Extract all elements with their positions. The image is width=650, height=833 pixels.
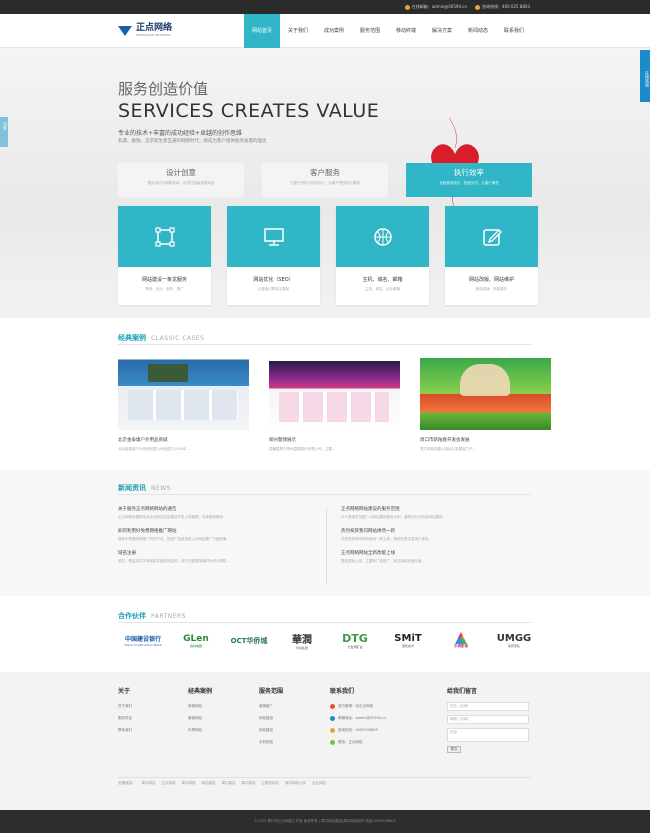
partner-logo[interactable]: 中国建设银行 China Construction Bank [121,627,165,654]
topbar-email[interactable]: 在线邮箱：admin@00594.cn [404,4,467,10]
phone-icon [330,728,335,733]
nav-about[interactable]: 关于我们 [280,14,316,48]
card-seo[interactable]: 网站优化（SEO） 让搜索引擎排名靠前 [227,206,320,305]
hero-banner: 服务创造价值 SERVICES CREATES VALUE 专业的技术+丰富的成… [0,48,650,318]
partner-logo[interactable]: UMGG 联邦家私 [492,627,536,654]
contact-phone[interactable]: 咨询热线：4000258803 [330,728,386,733]
hero-description: 机遇、敏锐、追求新生意互通的网络时代，搞成为客户提供服务质量的理念 [118,139,267,144]
news-divider [326,508,327,584]
email-icon [404,4,410,10]
hero-title-cn: 服务创造价值 [118,80,209,98]
news-item[interactable]: 正点网络网站全新改版上线 整站改版上线，主要有广告推广，网站功能全面升级... [341,550,531,564]
phone-icon [475,4,480,10]
partner-mark-icon [455,632,467,644]
nav-home[interactable]: 网站首页 [244,13,280,48]
online-consult-tab[interactable]: 在线咨询 [640,50,650,102]
email-field[interactable]: 邮箱（必填） [447,715,529,724]
partner-logo[interactable]: 长城影视 [439,627,483,654]
news-item[interactable]: 域名注册 域名，是由英文字母和数字组成的名称，用于在数据传输时标识计算机... [118,550,308,564]
partners-section-title: 合作伙伴 PARTNERS [118,612,186,620]
case-thumbnail[interactable] [420,350,551,430]
hero-title-en: SERVICES CREATES VALUE [118,100,380,122]
news-item[interactable]: 热烈祝贺我司网站焕然一新 热烈祝贺我司网站焕然一新上线，新网站更注重用户体验... [341,528,531,542]
site-footer [0,672,650,810]
topbar-hotline: 咨询热线：400 025 8803 [475,4,530,10]
partner-logo[interactable]: OCT华侨城 [227,627,271,654]
message-form: 姓名（必填） 邮箱（必填） 内容 提交 [447,702,529,753]
divider [118,777,531,778]
weibo-icon [330,704,335,709]
footer-col-contact: 联系我们 官方微博：@正点网络 邮箱地址：admin@00594.cn 咨询热线… [330,688,387,745]
service-customer[interactable]: 客户服务 注重产品的人性化设计，为客户提供贴心服务 [262,163,388,197]
case-list: 北京金泰康户外用品商城 北京金泰康户外用品有限公司创建于2009年... 郑州暨… [118,350,551,452]
news-list-right: 正点网络网站建设的服务范围 什么是服务范围？以网站建设服务为例，通常行业内包含网站… [341,506,531,572]
footer-col-cases: 经典案例 商城网站 营销网站 外贸网站 [188,688,213,732]
partner-logos: 中国建设银行 China Construction Bank GLen 格林电器 O… [121,627,536,654]
nav-solutions[interactable]: 解决方案 [424,14,460,48]
email-icon [330,716,335,721]
news-item[interactable]: 关于服务正点网络网站的通告 正点网络依据新技术企业网站定制建设开发上线管理，实现最… [118,506,308,520]
news-item[interactable]: 正点网络网站建设的服务范围 什么是服务范围？以网站建设服务为例，通常行业内包含网站… [341,506,531,520]
card-hosting[interactable]: 主机、域名、邮箱 主机、域名、企业邮箱 [336,206,429,305]
site-header: 正点网络 ZHENGDIAN NETWORK 网站首页 关于我们 成功案例 服务… [0,13,650,48]
news-item[interactable]: 如何利用好免费网络推广网站 搜索引擎是网络推广的好方法，投放广告费用投入在网站推广… [118,528,308,542]
copyright-bar: ©2015 周口市正点网络工作室 版权所有 | 周口网站建设|周口网站制作 电话… [0,810,650,833]
news-band [0,470,650,596]
service-cards: 网站建设一条龙服务 策划、设计、制作、推广 网站优化（SEO） 让搜索引擎排名靠… [118,206,538,305]
case-item[interactable]: 郑州暨博展示 国播暨展于郑州暨展展示有限公司，主要... [269,350,400,452]
content-field[interactable]: 内容 [447,728,529,742]
monitor-icon [263,227,284,246]
footer-col-services: 服务范围 营销推广 网站建设 网站建设 手机网站 [259,688,284,744]
news-list-left: 关于服务正点网络网站的通告 正点网络依据新技术企业网站定制建设开发上线管理，实现最… [118,506,308,572]
case-thumbnail[interactable] [118,350,249,430]
card-maintenance[interactable]: 网站改版、网站维护 网站改版、网站维护 [445,206,538,305]
nav-services[interactable]: 服务范围 [352,14,388,48]
card-website-build[interactable]: 网站建设一条龙服务 策划、设计、制作、推广 [118,206,211,305]
case-item[interactable]: 北京金泰康户外用品商城 北京金泰康户外用品有限公司创建于2009年... [118,350,249,452]
case-item[interactable]: 周口市新陆春开发会发展 周口市新陆春以推动与发展致力于... [420,350,551,452]
contact-weibo[interactable]: 官方微博：@正点网络 [330,704,386,709]
friend-links: 友情链接： 周口网站 正点网络 周口网络 网站建设 周口建站 周口网站 云服务网… [118,781,326,785]
name-field[interactable]: 姓名（必填） [447,702,529,711]
news-section-title: 新闻资讯 NEWS [118,484,172,492]
partner-logo[interactable]: 華潤 华润集团 [280,627,324,654]
divider [118,344,531,345]
top-bar: 在线邮箱：admin@00594.cn 咨询热线：400 025 8803 [0,0,650,14]
crop-icon [154,226,175,247]
edit-icon [482,228,502,246]
divider [118,494,531,495]
case-thumbnail[interactable] [269,350,400,430]
submit-button[interactable]: 提交 [447,746,461,753]
contact-wechat[interactable]: 微信：正点网络 [330,740,386,745]
divider [118,622,531,623]
site-logo[interactable]: 正点网络 ZHENGDIAN NETWORK [118,24,244,37]
contact-email[interactable]: 邮箱地址：admin@00594.cn [330,716,386,721]
diamond-logo-icon [118,25,132,36]
cases-section-title: 经典案例 CLASSIC CASES [118,334,205,342]
partner-logo[interactable]: GLen 格林电器 [174,627,218,654]
nav-news[interactable]: 新闻动态 [460,14,496,48]
hero-subtitle: 专业的技术+丰富的成功经验+卓越的创作思维 [118,130,243,137]
partner-logo[interactable]: SMiT 国民技术 [386,627,430,654]
footer-col-about: 关于 关于我们 服务项目 联系我们 [118,688,132,732]
service-efficiency[interactable]: 执行效率 全程高效执行，快速交付，让客户满意 [406,163,532,197]
nav-mobile[interactable]: 移动终端 [388,14,424,48]
share-tab[interactable]: 分享 [0,117,8,147]
main-nav: 网站首页 关于我们 成功案例 服务范围 移动终端 解决方案 新闻动态 联系我们 [244,13,532,48]
nav-cases[interactable]: 成功案例 [316,14,352,48]
wechat-icon [330,740,335,745]
service-highlights: 设计创意 整合设计与网络技术，为您打造高品质网站 客户服务 注重产品的人性化设计… [118,163,532,197]
basketball-icon [373,227,392,246]
service-design[interactable]: 设计创意 整合设计与网络技术，为您打造高品质网站 [118,163,244,197]
partner-logo[interactable]: DTG 大台河矿业 [333,627,377,654]
nav-contact[interactable]: 联系我们 [496,14,532,48]
